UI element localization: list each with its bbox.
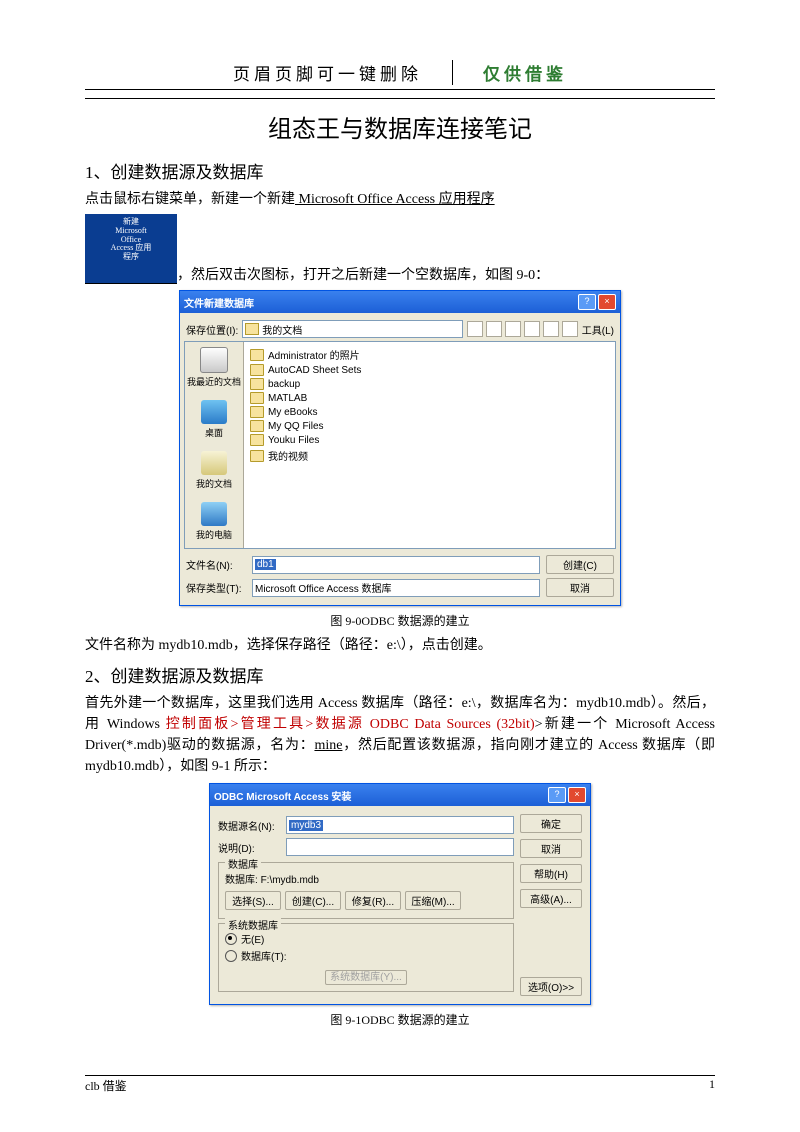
folder-icon bbox=[250, 378, 264, 390]
search-icon[interactable] bbox=[505, 321, 521, 337]
page-title: 组态王与数据库连接笔记 bbox=[85, 109, 715, 144]
list-item[interactable]: MATLAB bbox=[250, 391, 609, 405]
dsn-label: 数据源名(N): bbox=[218, 818, 280, 833]
folder-icon bbox=[250, 434, 264, 446]
p1-lead: 点击鼠标右键菜单，新建一个新建 bbox=[85, 192, 295, 207]
dialog2-title: ODBC Microsoft Access 安装 bbox=[214, 788, 351, 803]
list-item[interactable]: My eBooks bbox=[250, 405, 609, 419]
section2-p1: 首先外建一个数据库，这里我们选用 Access 数据库（路径：e:\，数据库名为… bbox=[85, 693, 715, 777]
page-header: 页眉页脚可一键删除 仅供借鉴 bbox=[85, 60, 715, 90]
close-icon[interactable]: × bbox=[598, 294, 616, 310]
save-location-value: 我的文档 bbox=[262, 322, 302, 337]
folder-icon bbox=[245, 323, 259, 335]
db-fieldset: 数据库 数据库: F:\mydb.mdb 选择(S)... 创建(C)... 修… bbox=[218, 862, 514, 919]
ok-button[interactable]: 确定 bbox=[520, 814, 582, 833]
header-right: 仅供借鉴 bbox=[453, 60, 567, 85]
place-docs[interactable]: 我的文档 bbox=[185, 446, 243, 497]
header-left: 页眉页脚可一键删除 bbox=[233, 60, 453, 85]
delete-icon[interactable] bbox=[524, 321, 540, 337]
p1-underline: Microsoft Office Access 应用程序 bbox=[295, 192, 495, 207]
folder-icon bbox=[250, 420, 264, 432]
help-button[interactable]: 帮助(H) bbox=[520, 864, 582, 883]
advanced-button[interactable]: 高级(A)... bbox=[520, 889, 582, 908]
tools-menu[interactable]: 工具(L) bbox=[582, 322, 614, 337]
newfolder-icon[interactable] bbox=[543, 321, 559, 337]
compress-button[interactable]: 压缩(M)... bbox=[405, 891, 461, 910]
repair-button[interactable]: 修复(R)... bbox=[345, 891, 401, 910]
up-icon[interactable] bbox=[486, 321, 502, 337]
create-db-button[interactable]: 创建(C)... bbox=[285, 891, 341, 910]
filename-label: 文件名(N): bbox=[186, 557, 246, 572]
dialog1-title: 文件新建数据库 bbox=[184, 295, 254, 310]
list-item[interactable]: backup bbox=[250, 377, 609, 391]
header-rule bbox=[85, 98, 715, 99]
sysdb-fieldset: 系统数据库 无(E) 数据库(T): 系统数据库(Y)... bbox=[218, 923, 514, 992]
help-icon[interactable]: ? bbox=[548, 787, 566, 803]
list-item[interactable]: 我的视频 bbox=[250, 447, 609, 464]
folder-icon bbox=[250, 450, 264, 462]
list-item[interactable]: Youku Files bbox=[250, 433, 609, 447]
sysdb-button: 系统数据库(Y)... bbox=[325, 970, 407, 985]
odbc-access-setup-dialog: ODBC Microsoft Access 安装 ? × 数据源名(N): my… bbox=[209, 783, 591, 1005]
desc-label: 说明(D): bbox=[218, 840, 280, 855]
save-location-label: 保存位置(I): bbox=[186, 322, 238, 337]
section1-after-icon: ，然后双击次图标，打开之后新建一个空数据库，如图 9-0： bbox=[177, 264, 549, 284]
help-icon[interactable]: ? bbox=[578, 294, 596, 310]
section1-heading: 1、创建数据源及数据库 bbox=[85, 158, 715, 183]
views-icon[interactable] bbox=[562, 321, 578, 337]
figure-9-0-caption: 图 9-0ODBC 数据源的建立 bbox=[85, 612, 715, 629]
figure-9-1-caption: 图 9-1ODBC 数据源的建立 bbox=[85, 1011, 715, 1028]
sysdb-legend: 系统数据库 bbox=[225, 917, 281, 932]
s2-mine: mine bbox=[314, 738, 342, 753]
place-computer[interactable]: 我的电脑 bbox=[185, 497, 243, 548]
page-number: 1 bbox=[709, 1077, 715, 1094]
cancel-button[interactable]: 取消 bbox=[520, 839, 582, 858]
place-desktop[interactable]: 桌面 bbox=[185, 395, 243, 446]
db-path-label: 数据库: bbox=[225, 875, 258, 886]
access-desktop-icon: 新建 Microsoft Office Access 应用 程序 bbox=[85, 214, 177, 284]
save-location-combo[interactable]: 我的文档 bbox=[242, 320, 463, 338]
footer-left: clb 借鉴 bbox=[85, 1077, 127, 1094]
db-legend: 数据库 bbox=[225, 856, 261, 871]
folder-icon bbox=[250, 392, 264, 404]
db-path: F:\mydb.mdb bbox=[261, 875, 319, 886]
icon-label-5: 程序 bbox=[85, 253, 177, 262]
s2p1-red: 控制面板>管理工具>数据源 ODBC Data Sources (32bit) bbox=[166, 717, 535, 732]
footer-rule bbox=[85, 1075, 715, 1076]
places-bar: 我最近的文档 桌面 我的文档 我的电脑 bbox=[185, 342, 244, 548]
radio-db[interactable]: 数据库(T): bbox=[225, 947, 507, 964]
back-icon[interactable] bbox=[467, 321, 483, 337]
section2-heading: 2、创建数据源及数据库 bbox=[85, 662, 715, 687]
desc-input[interactable] bbox=[286, 838, 514, 856]
section1-p1: 点击鼠标右键菜单，新建一个新建 Microsoft Office Access … bbox=[85, 189, 715, 210]
cancel-button[interactable]: 取消 bbox=[546, 578, 614, 597]
file-list[interactable]: Administrator 的照片 AutoCAD Sheet Sets bac… bbox=[244, 342, 615, 548]
file-new-db-dialog: 文件新建数据库 ? × 保存位置(I): 我的文档 bbox=[179, 290, 621, 606]
options-button[interactable]: 选项(O)>> bbox=[520, 977, 582, 996]
radio-none[interactable]: 无(E) bbox=[225, 930, 507, 947]
list-item[interactable]: Administrator 的照片 bbox=[250, 346, 609, 363]
close-icon[interactable]: × bbox=[568, 787, 586, 803]
savetype-label: 保存类型(T): bbox=[186, 580, 246, 595]
section1-p3: 文件名称为 mydb10.mdb，选择保存路径（路径：e:\），点击创建。 bbox=[85, 635, 715, 656]
list-item[interactable]: My QQ Files bbox=[250, 419, 609, 433]
create-button[interactable]: 创建(C) bbox=[546, 555, 614, 574]
folder-icon bbox=[250, 349, 264, 361]
filename-input[interactable]: db1 bbox=[252, 556, 540, 574]
savetype-combo[interactable]: Microsoft Office Access 数据库 bbox=[252, 579, 540, 597]
place-recent[interactable]: 我最近的文档 bbox=[185, 342, 243, 395]
folder-icon bbox=[250, 364, 264, 376]
dsn-input[interactable]: mydb3 bbox=[286, 816, 514, 834]
select-button[interactable]: 选择(S)... bbox=[225, 891, 281, 910]
list-item[interactable]: AutoCAD Sheet Sets bbox=[250, 363, 609, 377]
page-footer: clb 借鉴 1 bbox=[85, 1077, 715, 1094]
dialog2-titlebar[interactable]: ODBC Microsoft Access 安装 ? × bbox=[210, 784, 590, 806]
dialog1-titlebar[interactable]: 文件新建数据库 ? × bbox=[180, 291, 620, 313]
folder-icon bbox=[250, 406, 264, 418]
